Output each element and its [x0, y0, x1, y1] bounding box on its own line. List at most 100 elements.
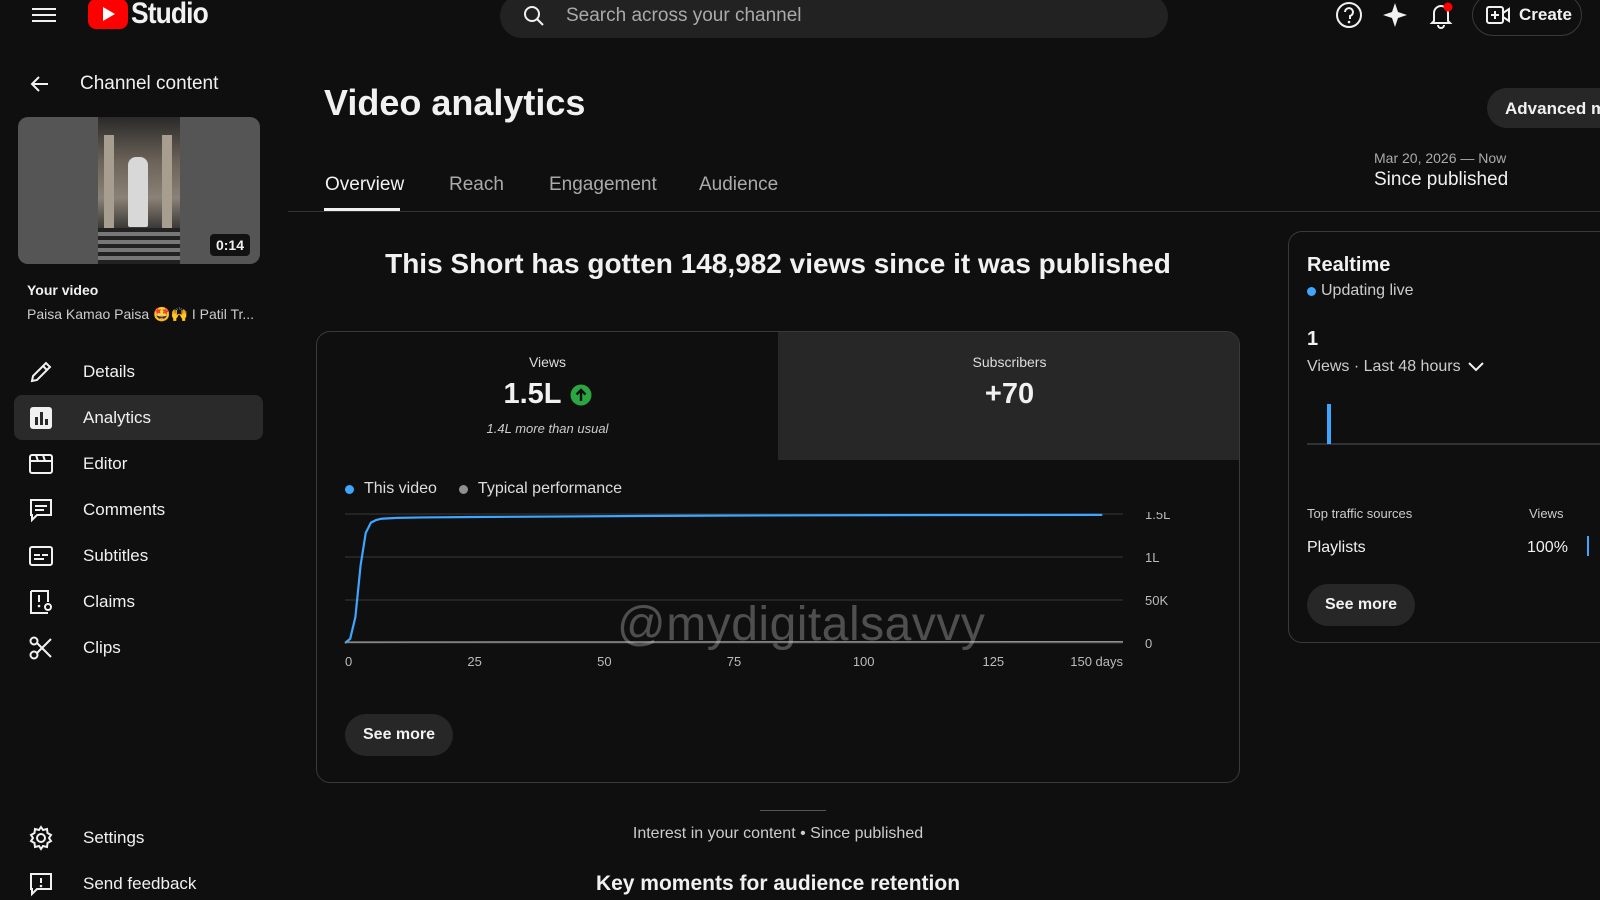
realtime-panel: Realtime Updating live 1 Views · Last 48… — [1288, 231, 1600, 643]
studio-logo[interactable]: Studio — [88, 0, 218, 34]
chevron-down-icon — [1467, 362, 1484, 372]
realtime-bar — [1327, 404, 1331, 444]
legend-typical-performance: Typical performance — [458, 480, 622, 498]
sidebar-item-details[interactable]: Details — [14, 349, 263, 394]
feedback-icon — [30, 873, 52, 897]
watermark-text: @mydigitalsavvy — [617, 598, 986, 651]
top-bar: Studio Create — [0, 0, 1600, 40]
sidebar-item-settings[interactable]: Settings — [14, 815, 263, 860]
pencil-icon — [30, 361, 52, 383]
subscribers-label: Subscribers — [972, 354, 1047, 370]
gear-icon — [29, 825, 53, 851]
traffic-views-header: Views — [1529, 506, 1564, 521]
search-bar[interactable] — [500, 0, 1168, 38]
chart-legend: This video Typical performance — [345, 480, 644, 498]
sidebar-item-comments[interactable]: Comments — [14, 487, 263, 532]
realtime-period-select[interactable]: Views · Last 48 hours — [1307, 358, 1485, 376]
sidebar-item-label: Claims — [83, 592, 135, 611]
back-arrow-icon — [30, 76, 48, 92]
views-note: 1.4L more than usual — [486, 421, 609, 436]
active-tab-indicator — [324, 208, 400, 211]
menu-icon[interactable] — [32, 4, 56, 26]
help-icon[interactable] — [1334, 0, 1364, 30]
updating-live: Updating live — [1307, 282, 1414, 300]
y-tick-label: 1L — [1145, 550, 1159, 565]
sidebar-item-editor[interactable]: Editor — [14, 441, 263, 486]
editor-icon — [29, 454, 53, 474]
tab-engagement[interactable]: Engagement — [549, 174, 657, 196]
advanced-mode-button[interactable]: Advanced mo — [1487, 88, 1600, 128]
sidebar-item-label: Comments — [83, 500, 166, 519]
interest-caption: Interest in your content • Since publish… — [632, 825, 924, 842]
comments-icon — [30, 499, 52, 523]
views-headline: This Short has gotten 148,982 views sinc… — [385, 248, 1171, 279]
tab-reach[interactable]: Reach — [449, 174, 504, 196]
x-tick-label: 0 — [345, 654, 352, 669]
video-thumbnail[interactable]: 0:14 — [18, 117, 260, 264]
subscribers-value: +70 — [984, 378, 1035, 410]
live-dot-icon — [1307, 286, 1316, 296]
claims-icon — [30, 590, 52, 614]
sidebar-item-label: Clips — [83, 638, 121, 657]
add-video-icon — [1486, 6, 1510, 24]
date-range[interactable]: Mar 20, 2026 — Now — [1374, 150, 1506, 166]
notifications-icon[interactable] — [1426, 0, 1456, 30]
subscribers-metric-tab[interactable]: Subscribers +70 — [778, 332, 1239, 460]
analytics-icon — [30, 407, 52, 429]
traffic-source-name: Playlists — [1307, 539, 1366, 556]
x-tick-label: 75 — [727, 654, 741, 669]
sidebar-item-label: Settings — [83, 828, 145, 847]
page-title: Video analytics — [324, 82, 586, 123]
duration-badge: 0:14 — [209, 234, 250, 256]
sidebar-item-clips[interactable]: Clips — [14, 625, 263, 670]
key-moments-heading: Key moments for audience retention — [595, 872, 961, 895]
x-tick-label: 150 days — [1070, 654, 1123, 669]
views-value: 1.5L — [503, 378, 562, 410]
subtitles-icon — [29, 546, 53, 566]
sidebar-item-label: Analytics — [83, 408, 152, 427]
tab-audience[interactable]: Audience — [699, 174, 778, 196]
sidebar-item-label: Editor — [83, 454, 128, 473]
logo-text: Studio — [131, 0, 209, 30]
create-label: Create — [1519, 5, 1572, 24]
legend-this-video: This video — [345, 480, 437, 498]
sparkle-icon[interactable] — [1380, 0, 1410, 30]
realtime-see-more-button[interactable]: See more — [1307, 584, 1416, 626]
sidebar-item-claims[interactable]: Claims — [14, 579, 263, 624]
sidebar-item-send-feedback[interactable]: Send feedback — [14, 861, 263, 900]
overview-card: Views 1.5L 1.4L more than usual Subscrib… — [316, 331, 1240, 783]
tab-overview[interactable]: Overview — [325, 174, 404, 196]
see-more-button[interactable]: See more — [345, 714, 454, 756]
date-range-label[interactable]: Since published — [1374, 169, 1508, 191]
sidebar-item-label: Send feedback — [83, 874, 197, 893]
sidebar: Channel content 0:14 Your video Paisa Ka… — [0, 40, 280, 900]
sidebar-item-subtitles[interactable]: Subtitles — [14, 533, 263, 578]
section-divider — [760, 810, 826, 811]
y-tick-label: 50K — [1145, 593, 1168, 608]
sidebar-item-label: Details — [83, 362, 135, 381]
sidebar-item-label: Subtitles — [83, 546, 149, 565]
traffic-source-percent: 100% — [1527, 539, 1568, 556]
up-arrow-icon — [570, 384, 592, 405]
back-to-channel-content[interactable]: Channel content — [28, 72, 218, 96]
realtime-sparkline — [1307, 404, 1600, 445]
x-tick-label: 100 — [853, 654, 875, 669]
video-title: Paisa Kamao Paisa 🤩🙌 I Patil Tr... — [27, 306, 255, 322]
views-metric-tab[interactable]: Views 1.5L 1.4L more than usual — [317, 332, 778, 460]
youtube-play-icon — [88, 0, 128, 29]
search-input[interactable] — [566, 4, 1126, 28]
traffic-source-bar — [1587, 536, 1589, 556]
x-tick-label: 25 — [467, 654, 481, 669]
back-label: Channel content — [80, 73, 219, 94]
realtime-title: Realtime — [1307, 254, 1391, 276]
create-button[interactable]: Create — [1472, 0, 1582, 36]
y-tick-label: 0 — [1145, 636, 1152, 651]
scissors-icon — [29, 636, 52, 660]
traffic-sources-header: Top traffic sources — [1307, 506, 1413, 521]
sidebar-item-analytics[interactable]: Analytics — [14, 395, 263, 440]
search-icon — [524, 6, 544, 26]
your-video-label: Your video — [27, 282, 99, 298]
y-tick-label: 1.5L — [1145, 512, 1170, 522]
views-label: Views — [528, 354, 567, 370]
x-tick-label: 125 — [982, 654, 1004, 669]
